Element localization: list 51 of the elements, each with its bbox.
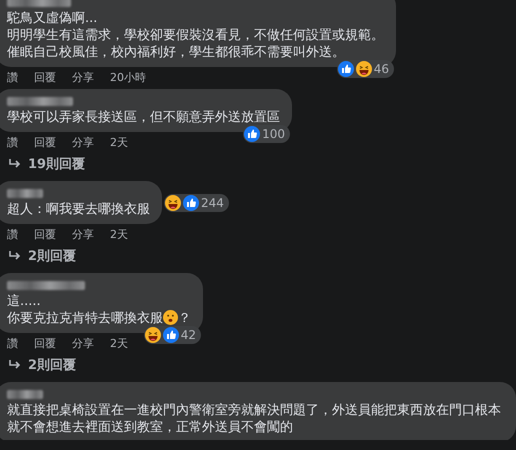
reaction-number: 244	[201, 196, 224, 210]
thumbs-up-icon	[338, 61, 354, 77]
reaction-count[interactable]: 46	[336, 60, 394, 78]
view-replies-link[interactable]: 19則回覆	[8, 155, 516, 173]
comment-action-link[interactable]: 回覆	[34, 228, 56, 242]
blurred-name-icon	[7, 390, 43, 399]
comment-action-link[interactable]: 分享	[72, 136, 94, 150]
comment-action-link[interactable]: 分享	[72, 337, 94, 351]
comment-time: 20小時	[110, 71, 146, 85]
reaction-count[interactable]: 100	[243, 125, 290, 143]
reaction-number: 46	[374, 62, 389, 76]
comment-action-link[interactable]: 回覆	[34, 337, 56, 351]
comment-action-link[interactable]: 回覆	[34, 71, 56, 85]
comment-action-link[interactable]: 讚	[7, 71, 18, 85]
comment-action-link[interactable]: 回覆	[34, 136, 56, 150]
laughing-face-icon	[165, 194, 181, 210]
laughing-face-icon	[144, 327, 161, 343]
thumbs-up-icon	[162, 327, 179, 343]
comment-action-link[interactable]: 讚	[7, 228, 18, 242]
blurred-name-icon	[7, 97, 73, 106]
comment-time: 2天	[110, 228, 128, 242]
reaction-number: 100	[262, 127, 285, 141]
blurred-name-icon	[7, 0, 71, 7]
comment-text: 你要克拉克肯特去哪換衣服 ？	[7, 310, 191, 327]
blurred-name-icon	[7, 281, 85, 290]
comment-text: 這.....	[7, 293, 42, 310]
laughing-face-icon	[356, 61, 372, 77]
view-replies-link[interactable]: 2則回覆	[8, 356, 516, 374]
reaction-count[interactable]: 244	[164, 194, 229, 212]
view-replies-link[interactable]: 2則回覆	[8, 247, 516, 265]
reaction-number: 42	[180, 328, 196, 342]
reply-arrow-icon	[8, 158, 22, 170]
comment-action-link[interactable]: 讚	[7, 337, 18, 351]
comment-text: 就直接把桌椅設置在一進校門內警衛室旁就解決問題了，外送員能把東西放在門口根本就不會想進去裡面送到教室，正常外送員不會闖的	[7, 402, 502, 436]
comment-time: 2天	[110, 337, 128, 351]
comment-text: 超人：啊我要去哪換衣服	[7, 201, 150, 218]
comment-text: 駝鳥又虛偽啊...	[7, 10, 98, 27]
comment-text: 明明學生有這需求，學校卻要假裝沒看見，不做任何設置或規範。	[7, 27, 384, 44]
comment-text: 學校可以弄家長接送區，但不願意弄外送放置區	[7, 109, 280, 126]
surprised-face-icon	[163, 310, 178, 325]
reply-arrow-icon	[8, 250, 22, 262]
thumbs-up-icon	[244, 126, 260, 142]
comment-text: 催眠自己校風佳，校內福利好，學生都很乖不需要叫外送。	[7, 44, 346, 61]
blurred-name-icon	[7, 189, 43, 198]
comment-action-link[interactable]: 分享	[72, 71, 94, 85]
comment-action-link[interactable]: 讚	[7, 136, 18, 150]
comment-time: 2天	[110, 136, 128, 150]
reaction-count[interactable]: 42	[144, 326, 201, 344]
reply-arrow-icon	[8, 359, 22, 371]
thumbs-up-icon	[183, 194, 199, 210]
comment-action-link[interactable]: 分享	[72, 228, 94, 242]
